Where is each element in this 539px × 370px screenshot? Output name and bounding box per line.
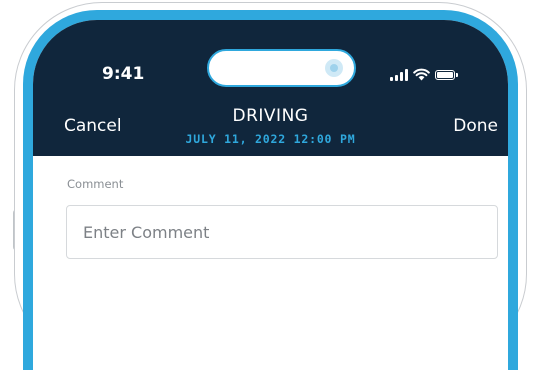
wifi-icon xyxy=(413,68,430,81)
status-time: 9:41 xyxy=(102,64,145,84)
app-header: 9:41 Cancel DRIVING JULY 11, 2022 12:00 … xyxy=(33,20,508,156)
done-button[interactable]: Done xyxy=(453,116,498,136)
dynamic-island xyxy=(207,49,356,87)
page-title: DRIVING xyxy=(232,106,309,126)
battery-icon xyxy=(435,70,458,80)
comment-label: Comment xyxy=(67,177,124,191)
phone-screen: 9:41 Cancel DRIVING JULY 11, 2022 12:00 … xyxy=(33,20,508,370)
camera-icon xyxy=(325,59,343,77)
comment-input[interactable] xyxy=(66,205,498,259)
status-icons xyxy=(390,67,458,81)
page-subtitle-datetime: JULY 11, 2022 12:00 PM xyxy=(185,132,356,146)
phone-frame: 9:41 Cancel DRIVING JULY 11, 2022 12:00 … xyxy=(23,10,518,370)
signal-icon xyxy=(390,69,408,81)
